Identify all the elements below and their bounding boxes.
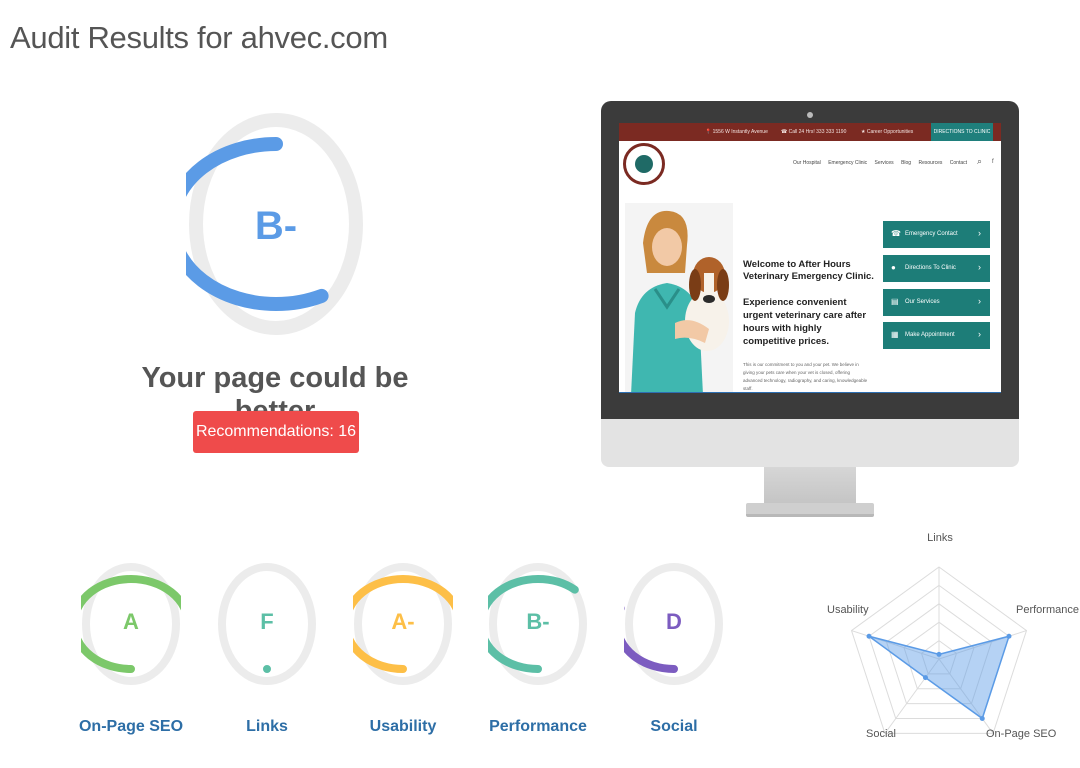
category-label-performance[interactable]: Performance [473, 718, 603, 736]
radar-axis-label: Usability [827, 604, 869, 616]
search-icon: ⌕ [977, 156, 983, 166]
category-gauge-links: F [217, 562, 317, 686]
category-grade-letter: A [123, 609, 139, 634]
website-screenshot: 📍 1556 W Instantly Avenue ☎ Call 24 Hrs!… [619, 123, 1001, 393]
monitor-stand-neck [764, 467, 856, 505]
site-phone: ☎ Call 24 Hrs! 333 333 1190 [781, 129, 847, 135]
map-pin-icon: ● [891, 263, 896, 272]
overall-grade-letter: B- [254, 204, 298, 248]
site-hero-title: Welcome to After Hours Veterinary Emerge… [743, 259, 874, 282]
category-label-social[interactable]: Social [609, 718, 739, 736]
recommendations-button[interactable]: Recommendations: 16 [193, 411, 359, 453]
webcam-dot [807, 112, 813, 118]
radar-chart-svg [850, 566, 1028, 734]
document-icon: ▤ [891, 297, 899, 306]
site-nav-item: Our Hospital [793, 160, 821, 166]
radar-data-point [1006, 633, 1012, 639]
radar-axis-label: On-Page SEO [986, 728, 1057, 740]
category-grade-letter: D [666, 609, 682, 634]
site-directions-cta: DIRECTIONS TO CLINIC [931, 123, 993, 141]
site-nav: Our Hospital Emergency Clinic Services B… [793, 160, 973, 166]
site-address: 📍 1556 W Instantly Avenue [705, 129, 768, 135]
appointment-button: ▦ Make Appointment › [883, 322, 990, 349]
category-label-usability[interactable]: Usability [338, 718, 468, 736]
services-button: ▤ Our Services › [883, 289, 990, 316]
radar-axis-label: Social [866, 728, 896, 740]
chevron-right-icon: › [978, 296, 981, 306]
site-logo [623, 143, 665, 185]
vet-with-dog-image [625, 203, 733, 393]
hero-divider [619, 392, 1001, 393]
emergency-contact-button: ☎ Emergency Contact › [883, 221, 990, 248]
site-nav-item: Services [874, 160, 894, 166]
site-nav-item: Blog [901, 160, 912, 166]
site-nav-item: Contact [949, 160, 967, 166]
radar-chart: Links Performance On-Page SEO Social Usabili… [824, 528, 1080, 760]
chevron-right-icon: › [978, 262, 981, 272]
category-gauge-onpage: A [81, 562, 181, 686]
page-title: Audit Results for ahvec.com [10, 20, 388, 55]
radar-axis-label: Performance [1016, 604, 1079, 616]
site-topbar: 📍 1556 W Instantly Avenue ☎ Call 24 Hrs!… [619, 123, 1001, 141]
monitor-chin [601, 419, 1019, 467]
overall-grade-gauge: B- [186, 112, 366, 336]
category-gauge-performance: B- [488, 562, 588, 686]
facebook-icon: f [992, 159, 994, 165]
website-preview-monitor: 📍 1556 W Instantly Avenue ☎ Call 24 Hrs!… [601, 101, 1019, 519]
site-hero: Welcome to After Hours Veterinary Emerge… [619, 201, 1001, 393]
category-grade-letter: B- [526, 609, 550, 634]
chevron-right-icon: › [978, 228, 981, 238]
category-label-links[interactable]: Links [202, 718, 332, 736]
monitor-stand-base [746, 503, 874, 517]
radar-data-point [979, 716, 985, 722]
radar-data-point [866, 633, 872, 639]
calendar-icon: ▦ [891, 330, 899, 339]
radar-data-point [922, 675, 928, 681]
chevron-right-icon: › [978, 329, 981, 339]
category-grade-letter: A- [391, 609, 415, 634]
site-nav-item: Resources [918, 160, 943, 166]
phone-icon: ☎ [891, 229, 901, 238]
site-careers: ★ Career Opportunities [861, 129, 914, 135]
category-label-onpage[interactable]: On-Page SEO [66, 718, 196, 736]
site-nav-item: Emergency Clinic [828, 160, 868, 166]
site-hero-body: This is our commitment to you and your p… [743, 362, 868, 391]
site-hero-subtitle: Experience convenient urgent veterinary … [743, 297, 867, 347]
directions-button: ● Directions To Clinic › [883, 255, 990, 282]
category-gauge-social: D [624, 562, 724, 686]
radar-data-point [936, 651, 942, 657]
category-grade-letter: F [260, 609, 274, 634]
category-gauge-usability: A- [353, 562, 453, 686]
radar-axis-label: Links [927, 532, 953, 544]
